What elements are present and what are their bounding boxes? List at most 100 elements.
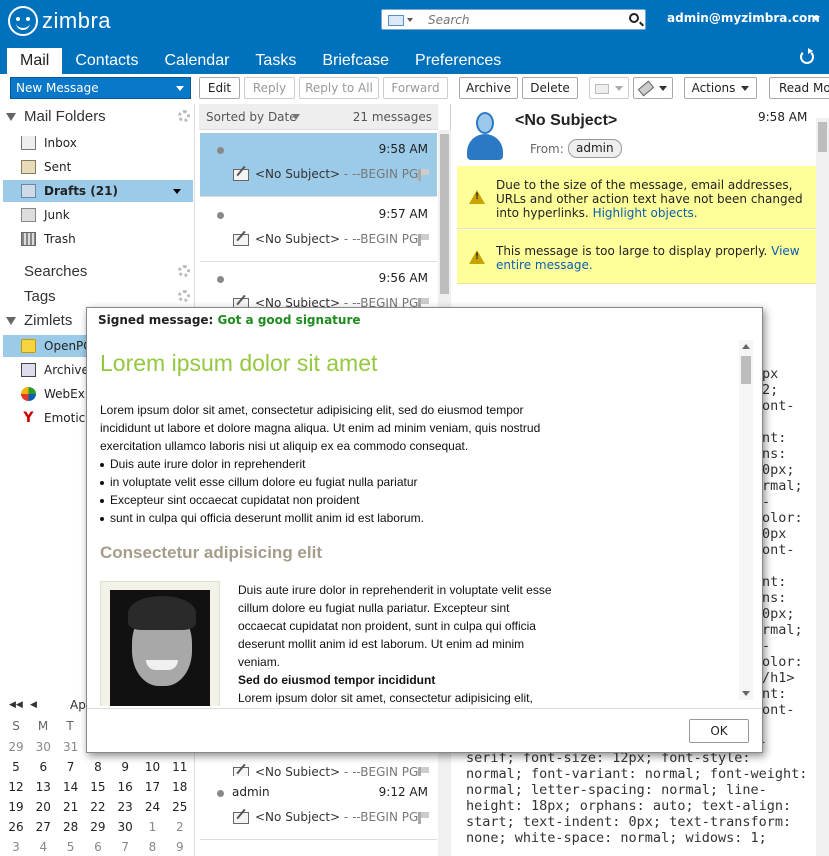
searches-header[interactable]: Searches (24, 263, 87, 280)
calendar-day[interactable]: 5 (3, 760, 29, 774)
delete-button[interactable]: Delete (522, 77, 578, 99)
read-more-button[interactable]: Read Mo (769, 77, 829, 99)
calendar-day[interactable]: 4 (30, 840, 56, 854)
calendar-day[interactable]: 29 (85, 820, 111, 834)
new-message-button[interactable]: New Message (10, 77, 191, 99)
folder-junk[interactable]: Junk (3, 204, 193, 226)
calendar-day[interactable]: 31 (58, 740, 84, 754)
scroll-thumb[interactable] (818, 122, 827, 152)
highlight-objects-link[interactable]: Highlight objects. (593, 206, 698, 220)
zimlets-header[interactable]: Zimlets (6, 312, 72, 329)
message-row[interactable]: 9:57 AM <No Subject> - --BEGIN PG (200, 198, 437, 262)
collapse-icon[interactable] (6, 113, 16, 122)
mail-search-type-icon[interactable] (388, 15, 404, 26)
gear-icon[interactable] (178, 265, 190, 277)
scroll-down-icon[interactable] (742, 691, 750, 696)
calendar-day[interactable]: 7 (112, 840, 138, 854)
calendar-day[interactable]: 11 (167, 760, 193, 774)
tags-header[interactable]: Tags (24, 288, 56, 305)
calendar-day[interactable]: 13 (30, 780, 56, 794)
calendar-day[interactable]: 30 (30, 740, 56, 754)
calendar-day[interactable]: 6 (30, 760, 56, 774)
calendar-day[interactable]: 9 (167, 840, 193, 854)
tab-preferences[interactable]: Preferences (402, 48, 514, 74)
gear-icon[interactable] (178, 110, 190, 122)
search-input[interactable] (428, 12, 608, 27)
prev-year-icon[interactable]: ◀◀ (9, 700, 23, 710)
calendar-day[interactable]: 21 (58, 800, 84, 814)
calendar-day[interactable]: 15 (85, 780, 111, 794)
flag-icon[interactable] (418, 234, 429, 246)
unread-dot-icon[interactable] (217, 212, 224, 219)
reply-all-button[interactable]: Reply to All (299, 77, 379, 99)
tab-mail[interactable]: Mail (7, 48, 63, 74)
chevron-down-icon[interactable] (176, 86, 184, 91)
calendar-day[interactable]: 6 (85, 840, 111, 854)
calendar-day[interactable]: 12 (3, 780, 29, 794)
flag-icon[interactable] (418, 812, 429, 824)
chevron-down-icon[interactable] (173, 189, 181, 194)
forward-button[interactable]: Forward (383, 77, 448, 99)
unread-dot-icon[interactable] (217, 276, 224, 283)
calendar-day[interactable]: 16 (112, 780, 138, 794)
tab-tasks[interactable]: Tasks (242, 48, 309, 74)
chevron-down-icon[interactable] (812, 16, 820, 21)
calendar-day[interactable]: 3 (3, 840, 29, 854)
actions-button[interactable]: Actions (684, 77, 757, 99)
search-icon[interactable] (629, 13, 639, 23)
edit-button[interactable]: Edit (199, 77, 240, 99)
calendar-day[interactable]: 26 (3, 820, 29, 834)
unread-dot-icon[interactable] (217, 147, 224, 154)
sort-icon[interactable] (292, 114, 300, 120)
tab-calendar[interactable]: Calendar (151, 48, 242, 74)
calendar-day[interactable]: 25 (167, 800, 193, 814)
calendar-day[interactable]: 27 (30, 820, 56, 834)
mail-folders-header[interactable]: Mail Folders (6, 108, 106, 125)
ok-button[interactable]: OK (689, 719, 749, 743)
calendar-day[interactable]: 23 (112, 800, 138, 814)
calendar-day[interactable]: 14 (58, 780, 84, 794)
calendar-day[interactable]: 9 (112, 760, 138, 774)
calendar-day[interactable]: 8 (85, 760, 111, 774)
calendar-day[interactable]: 1 (140, 820, 166, 834)
unread-dot-icon[interactable] (217, 790, 224, 797)
calendar-day[interactable]: 29 (3, 740, 29, 754)
folder-drafts[interactable]: Drafts (21) (3, 180, 193, 202)
calendar-day[interactable]: 10 (140, 760, 166, 774)
calendar-day[interactable]: 17 (140, 780, 166, 794)
sender-bubble[interactable]: admin (568, 139, 622, 158)
folder-inbox[interactable]: Inbox (3, 132, 193, 154)
zimbra-logo[interactable]: zimbra (8, 6, 111, 36)
calendar-day[interactable]: 7 (58, 760, 84, 774)
tag-button[interactable] (633, 77, 673, 99)
collapse-icon[interactable] (6, 317, 16, 326)
print-button[interactable] (589, 77, 629, 99)
message-row[interactable]: 9:58 AM <No Subject> - --BEGIN PG (200, 133, 437, 197)
calendar-day[interactable]: 18 (167, 780, 193, 794)
message-row[interactable]: admin 9:12 AM <No Subject> - --BEGIN PG (200, 776, 437, 840)
calendar-day[interactable]: 5 (58, 840, 84, 854)
prev-month-icon[interactable]: ◀ (30, 700, 37, 710)
scroll-up-icon[interactable] (742, 344, 750, 349)
tab-briefcase[interactable]: Briefcase (309, 48, 402, 74)
calendar-day[interactable]: 2 (167, 820, 193, 834)
tab-contacts[interactable]: Contacts (62, 48, 151, 74)
calendar-day[interactable]: 22 (85, 800, 111, 814)
scroll-thumb[interactable] (741, 356, 751, 384)
reading-scrollbar[interactable] (816, 118, 829, 856)
scroll-thumb[interactable] (440, 134, 449, 294)
sort-label[interactable]: Sorted by Date (206, 104, 297, 130)
search-box[interactable] (381, 9, 646, 30)
chevron-down-icon[interactable] (407, 18, 413, 22)
calendar-day[interactable]: 30 (112, 820, 138, 834)
archive-button[interactable]: Archive (459, 77, 518, 99)
calendar-day[interactable]: 28 (58, 820, 84, 834)
calendar-day[interactable]: 20 (30, 800, 56, 814)
folder-trash[interactable]: Trash (3, 228, 193, 250)
gear-icon[interactable] (178, 290, 190, 302)
calendar-day[interactable]: 19 (3, 800, 29, 814)
flag-icon[interactable] (418, 169, 429, 181)
refresh-icon[interactable] (800, 48, 814, 64)
calendar-day[interactable]: 8 (140, 840, 166, 854)
reply-button[interactable]: Reply (244, 77, 295, 99)
